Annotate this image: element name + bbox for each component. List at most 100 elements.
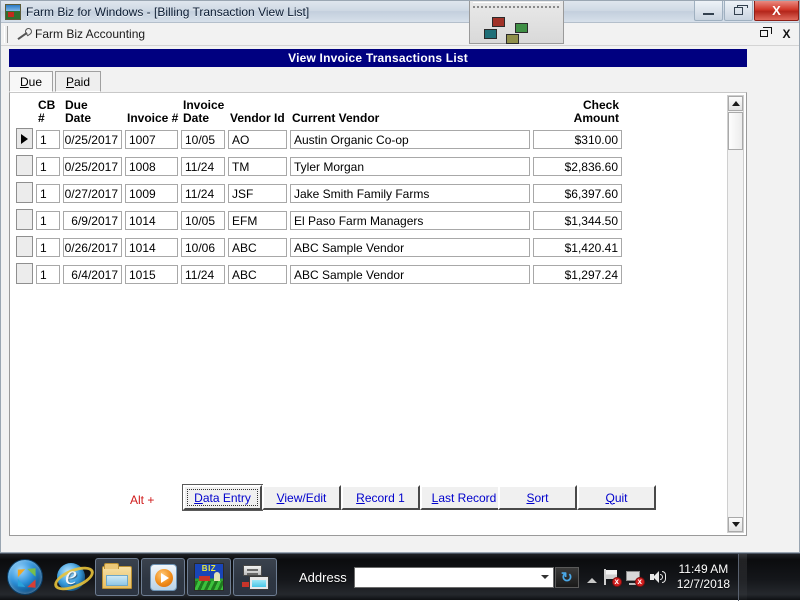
cell-vendor-id[interactable]: ABC [228, 238, 287, 257]
mdi-child-titlebar[interactable]: Farm Biz Accounting X [1, 23, 799, 46]
address-combobox[interactable] [353, 566, 554, 588]
row-selector-current[interactable] [16, 128, 33, 149]
view-edit-button[interactable]: View/Edit [262, 485, 341, 510]
cell-invoice-date[interactable]: 10/06 [181, 238, 225, 257]
row-selector[interactable] [16, 209, 33, 230]
cell-due-date[interactable]: 0/25/2017 [63, 157, 122, 176]
mdi-grip-handle[interactable] [4, 25, 8, 43]
chevron-up-icon[interactable] [586, 577, 597, 583]
cell-due-date[interactable]: 0/25/2017 [63, 130, 122, 149]
cell-current-vendor[interactable]: ABC Sample Vendor [290, 238, 530, 257]
scroll-down-button[interactable] [728, 517, 743, 532]
cell-due-date[interactable]: 0/27/2017 [63, 184, 122, 203]
taskbar-item-internet-explorer[interactable] [49, 558, 93, 596]
address-input[interactable] [354, 567, 537, 587]
row-selector-cell[interactable] [16, 236, 36, 263]
cell-invoice-no[interactable]: 1015 [125, 265, 178, 284]
table-row[interactable]: 1 6/4/2017 1015 11/24 ABC ABC Sample Vendor $1… [16, 263, 625, 290]
start-button[interactable] [3, 557, 47, 597]
minimize-button[interactable] [694, 1, 723, 21]
row-selector[interactable] [16, 236, 33, 257]
cell-vendor-id[interactable]: JSF [228, 184, 287, 203]
cell-current-vendor[interactable]: El Paso Farm Managers [290, 211, 530, 230]
palette-swatch-green[interactable] [515, 23, 528, 33]
row-selector-cell[interactable] [16, 182, 36, 209]
cell-check-amount[interactable]: $310.00 [533, 130, 622, 149]
tab-due[interactable]: Due [9, 71, 53, 92]
record-1-button[interactable]: Record 1 [341, 485, 420, 510]
taskbar-item-windows-explorer[interactable] [95, 558, 139, 596]
grid-vertical-scrollbar[interactable] [727, 95, 744, 533]
cell-due-date[interactable]: 6/4/2017 [63, 265, 122, 284]
table-row[interactable]: 1 0/27/2017 1009 11/24 JSF Jake Smith Family … [16, 182, 625, 209]
cell-invoice-no[interactable]: 1014 [125, 211, 178, 230]
scroll-up-button[interactable] [728, 96, 743, 111]
cell-invoice-no[interactable]: 1009 [125, 184, 178, 203]
sort-button[interactable]: Sort [498, 485, 577, 510]
cell-invoice-date[interactable]: 10/05 [181, 211, 225, 230]
palette-swatch-red[interactable] [492, 17, 505, 27]
taskbar-item-print-app[interactable] [233, 558, 277, 596]
go-refresh-button[interactable]: ↻ [554, 566, 579, 588]
show-desktop-button[interactable] [738, 553, 748, 601]
table-row[interactable]: 1 0/25/2017 1008 11/24 TM Tyler Morgan $2,836.… [16, 155, 625, 182]
cell-check-amount[interactable]: $1,344.50 [533, 211, 622, 230]
cell-due-date[interactable]: 6/9/2017 [63, 211, 122, 230]
row-selector[interactable] [16, 182, 33, 203]
data-entry-button[interactable]: Data Entry [183, 485, 262, 510]
cell-check-amount[interactable]: $1,420.41 [533, 238, 622, 257]
network-icon[interactable]: x [625, 569, 645, 587]
taskbar-item-farm-biz[interactable]: BIZ [187, 558, 231, 596]
cell-invoice-date[interactable]: 10/05 [181, 130, 225, 149]
quit-button[interactable]: Quit [577, 485, 656, 510]
cell-cb[interactable]: 1 [36, 238, 60, 257]
scrollbar-thumb[interactable] [728, 112, 743, 150]
cell-check-amount[interactable]: $6,397.60 [533, 184, 622, 203]
floating-color-palette[interactable] [469, 1, 564, 44]
cell-current-vendor[interactable]: Tyler Morgan [290, 157, 530, 176]
cell-cb[interactable]: 1 [36, 130, 60, 149]
tab-paid[interactable]: Paid [55, 71, 101, 92]
action-center-flag-icon[interactable]: x [603, 569, 622, 587]
close-button[interactable]: X [754, 1, 799, 21]
table-row[interactable]: 1 0/25/2017 1007 10/05 AO Austin Organic Co-o… [16, 128, 625, 155]
cell-vendor-id[interactable]: EFM [228, 211, 287, 230]
mdi-restore-button[interactable] [755, 25, 772, 42]
cell-due-date[interactable]: 0/26/2017 [63, 238, 122, 257]
cell-vendor-id[interactable]: TM [228, 157, 287, 176]
cell-cb[interactable]: 1 [36, 265, 60, 284]
row-selector-cell[interactable] [16, 128, 36, 155]
cell-invoice-date[interactable]: 11/24 [181, 157, 225, 176]
cell-current-vendor[interactable]: Jake Smith Family Farms [290, 184, 530, 203]
cell-cb[interactable]: 1 [36, 157, 60, 176]
chevron-down-icon[interactable] [537, 568, 553, 587]
maximize-restore-button[interactable] [724, 1, 753, 21]
row-selector[interactable] [16, 263, 33, 284]
cell-vendor-id[interactable]: AO [228, 130, 287, 149]
cell-check-amount[interactable]: $1,297.24 [533, 265, 622, 284]
speaker-icon[interactable] [649, 569, 667, 585]
cell-invoice-date[interactable]: 11/24 [181, 265, 225, 284]
clock[interactable]: 11:49 AM 12/7/2018 [677, 562, 730, 592]
palette-drag-grip[interactable] [473, 2, 560, 10]
row-selector-cell[interactable] [16, 209, 36, 236]
palette-swatch-teal[interactable] [484, 29, 497, 39]
cell-current-vendor[interactable]: Austin Organic Co-op [290, 130, 530, 149]
cell-invoice-date[interactable]: 11/24 [181, 184, 225, 203]
cell-invoice-no[interactable]: 1007 [125, 130, 178, 149]
palette-swatch-olive[interactable] [506, 34, 519, 44]
last-record-button[interactable]: Last Record [420, 485, 508, 510]
cell-current-vendor[interactable]: ABC Sample Vendor [290, 265, 530, 284]
row-selector-cell[interactable] [16, 263, 36, 290]
cell-invoice-no[interactable]: 1008 [125, 157, 178, 176]
cell-cb[interactable]: 1 [36, 184, 60, 203]
table-row[interactable]: 1 6/9/2017 1014 10/05 EFM El Paso Farm Manage… [16, 209, 625, 236]
window-titlebar[interactable]: Farm Biz for Windows - [Billing Transact… [1, 1, 799, 23]
cell-cb[interactable]: 1 [36, 211, 60, 230]
cell-check-amount[interactable]: $2,836.60 [533, 157, 622, 176]
cell-vendor-id[interactable]: ABC [228, 265, 287, 284]
table-row[interactable]: 1 0/26/2017 1014 10/06 ABC ABC Sample Vendor $… [16, 236, 625, 263]
cell-invoice-no[interactable]: 1014 [125, 238, 178, 257]
taskbar-item-media-player[interactable] [141, 558, 185, 596]
mdi-close-button[interactable]: X [778, 25, 795, 42]
